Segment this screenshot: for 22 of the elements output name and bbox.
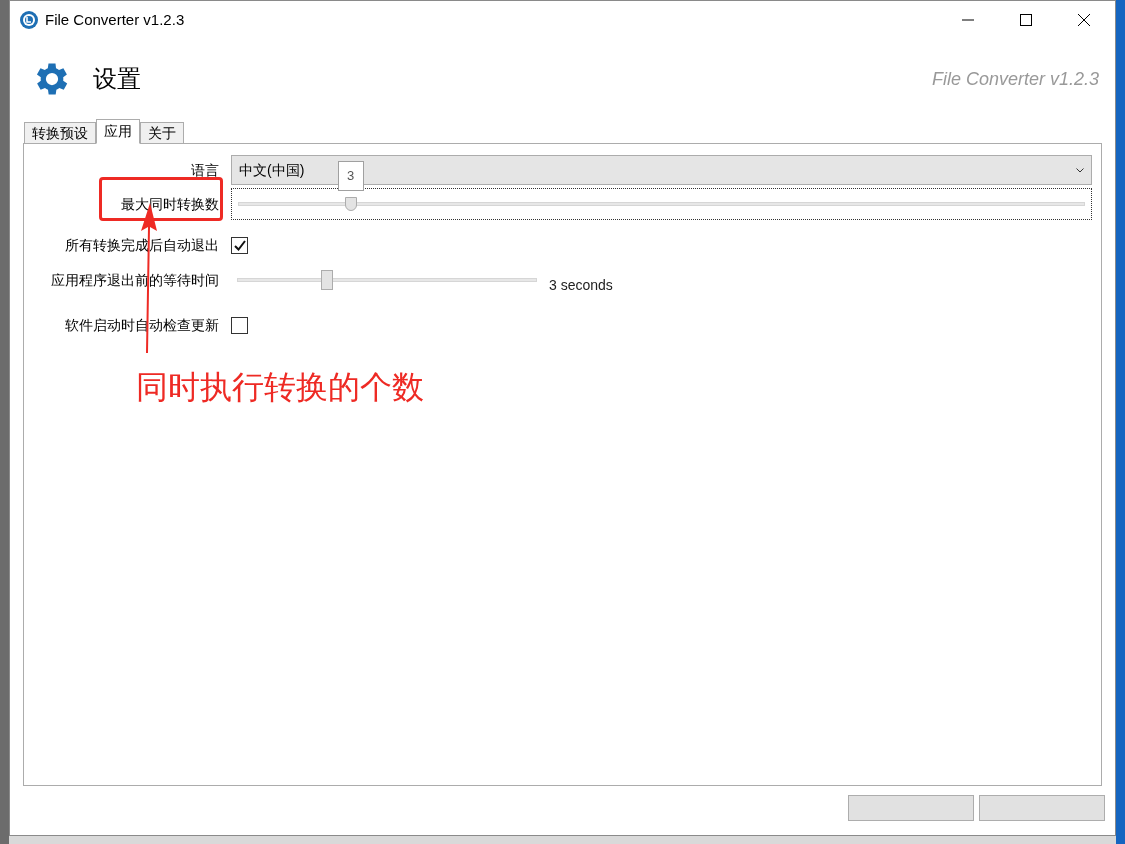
checkmark-icon xyxy=(233,239,246,251)
close-icon xyxy=(1078,14,1090,26)
checkbox[interactable] xyxy=(231,316,248,334)
minimize-icon xyxy=(962,19,974,21)
checkbox[interactable] xyxy=(231,236,248,254)
brand-text: File Converter v1.2.3 xyxy=(931,67,1099,91)
page-title: 设置 xyxy=(93,64,141,94)
value-tooltip: 3 xyxy=(337,161,364,191)
app-logo-icon xyxy=(19,10,39,30)
window-title: File Converter v1.2.3 xyxy=(45,9,185,30)
setting-label: 语言 xyxy=(190,160,220,180)
dialog-button[interactable] xyxy=(848,795,974,821)
tab[interactable]: 关于 xyxy=(140,122,184,144)
dialog-button[interactable] xyxy=(979,795,1105,821)
annotation-text: 同时执行转换的个数 xyxy=(136,368,424,407)
slider-value: 3 seconds xyxy=(549,275,613,295)
tab[interactable]: 转换预设 xyxy=(24,122,96,144)
slider-thumb[interactable] xyxy=(321,270,334,290)
tab[interactable]: 应用 xyxy=(96,119,140,144)
maximize-icon xyxy=(1020,14,1032,26)
chevron-down-icon xyxy=(1076,167,1084,173)
slider-pointer[interactable] xyxy=(345,197,358,211)
